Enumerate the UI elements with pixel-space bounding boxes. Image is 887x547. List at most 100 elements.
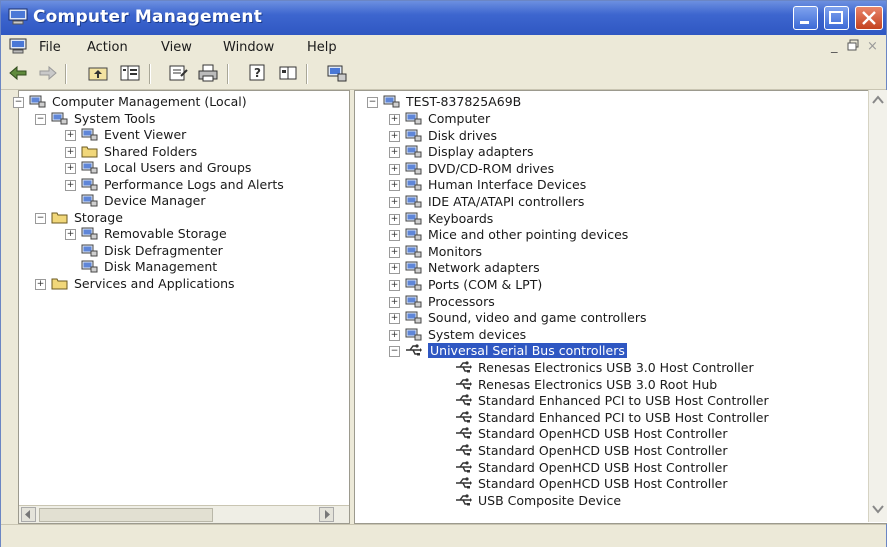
console-tree-button[interactable] <box>277 63 299 83</box>
tree-item-storage[interactable]: Storage <box>51 210 123 226</box>
expand-icon[interactable]: + <box>389 163 400 175</box>
device-list-vertical-scrollbar[interactable] <box>868 90 887 522</box>
menu-window[interactable]: Window <box>223 40 274 55</box>
up-level-button[interactable] <box>87 63 109 83</box>
device-category-mice-and-other-pointing-devices[interactable]: Mice and other pointing devices <box>405 227 628 243</box>
device-category-network-adapters[interactable]: Network adapters <box>405 260 540 276</box>
properties-button[interactable] <box>167 63 189 83</box>
usb-device-item[interactable]: Standard Enhanced PCI to USB Host Contro… <box>455 410 769 426</box>
device-category-dvd-cd-rom-drives[interactable]: DVD/CD-ROM drives <box>405 161 554 177</box>
device-manager-pane[interactable]: − TEST-837825A69B + Computer + Disk drives + Di… <box>354 90 887 524</box>
tree-item-device-manager[interactable]: Device Manager <box>81 193 206 209</box>
usb-device-icon <box>456 460 472 473</box>
scroll-up-icon[interactable] <box>871 93 885 107</box>
device-category-monitors[interactable]: Monitors <box>405 244 482 260</box>
scroll-left-icon[interactable] <box>21 507 36 522</box>
tree-item-shared-folders[interactable]: Shared Folders <box>81 144 197 160</box>
collapse-icon[interactable]: − <box>389 346 400 358</box>
expand-icon[interactable]: + <box>65 179 76 191</box>
device-tree-root[interactable]: TEST-837825A69B <box>383 94 521 110</box>
usb-device-icon <box>456 444 472 456</box>
device-category-keyboards[interactable]: Keyboards <box>405 211 493 227</box>
tree-item-event-viewer[interactable]: Event Viewer <box>81 127 186 143</box>
expand-icon[interactable]: + <box>389 313 400 325</box>
expand-icon[interactable]: + <box>389 246 400 258</box>
menu-view[interactable]: View <box>161 40 192 55</box>
tree-item-local-users-and-groups[interactable]: Local Users and Groups <box>81 160 251 176</box>
device-category-universal-serial-bus-controllers[interactable]: Universal Serial Bus controllers <box>405 343 627 359</box>
tree-item-label: Device Manager <box>104 193 206 208</box>
expand-icon[interactable]: + <box>389 280 400 291</box>
scroll-thumb[interactable] <box>39 508 213 522</box>
expand-icon[interactable]: + <box>389 130 400 142</box>
device-category-sound-video-and-game-controllers[interactable]: Sound, video and game controllers <box>405 310 647 326</box>
expand-icon[interactable]: + <box>35 278 46 290</box>
usb-device-item[interactable]: Standard Enhanced PCI to USB Host Contro… <box>455 393 769 409</box>
tree-item-label: Local Users and Groups <box>104 160 252 175</box>
scroll-down-icon[interactable] <box>871 502 885 516</box>
tree-item-label: Standard OpenHCD USB Host Controller <box>478 459 728 475</box>
expand-icon[interactable]: + <box>389 197 400 208</box>
tree-item-computer-management-local[interactable]: Computer Management (Local) <box>29 94 247 110</box>
console-tree-horizontal-scrollbar[interactable] <box>19 505 349 523</box>
device-category-disk-drives[interactable]: Disk drives <box>405 128 497 144</box>
scroll-right-icon[interactable] <box>319 507 334 522</box>
device-category-human-interface-devices[interactable]: Human Interface Devices <box>405 177 586 193</box>
device-category-computer[interactable]: Computer <box>405 111 490 127</box>
title-bar[interactable]: Computer Management <box>1 1 886 35</box>
close-button[interactable] <box>855 6 883 30</box>
show-hide-tree-button[interactable] <box>119 63 141 83</box>
device-category-ide-ata-atapi-controllers[interactable]: IDE ATA/ATAPI controllers <box>405 194 584 210</box>
back-button[interactable] <box>7 63 29 83</box>
menu-help[interactable]: Help <box>307 40 337 55</box>
expand-icon[interactable]: + <box>65 163 76 174</box>
tree-item-performance-logs-and-alerts[interactable]: Performance Logs and Alerts <box>81 177 284 193</box>
device-category-processors[interactable]: Processors <box>405 294 495 310</box>
menu-file[interactable]: File <box>39 40 61 55</box>
device-category-system-devices[interactable]: System devices <box>405 327 526 343</box>
child-close-button[interactable]: × <box>867 39 878 54</box>
expand-icon[interactable]: + <box>389 296 400 308</box>
usb-device-item[interactable]: USB Composite Device <box>455 493 621 509</box>
expand-icon[interactable]: + <box>65 130 76 141</box>
tree-item-disk-management[interactable]: Disk Management <box>81 259 217 275</box>
tree-item-system-tools[interactable]: System Tools <box>51 111 155 127</box>
mmc-system-menu-icon[interactable] <box>9 38 27 54</box>
collapse-icon[interactable]: − <box>13 97 24 108</box>
usb-device-item[interactable]: Standard OpenHCD USB Host Controller <box>455 443 728 459</box>
child-minimize-button[interactable]: _ <box>831 39 838 54</box>
console-tree-pane[interactable]: − Computer Management (Local) − System Tool… <box>13 90 350 524</box>
expand-icon[interactable]: + <box>389 329 400 341</box>
collapse-icon[interactable]: − <box>35 113 46 125</box>
tree-item-services-and-applications[interactable]: Services and Applications <box>51 276 235 292</box>
print-button[interactable] <box>197 63 219 83</box>
child-restore-button[interactable] <box>847 39 859 55</box>
tree-item-disk-defragmenter[interactable]: Disk Defragmenter <box>81 243 223 259</box>
usb-device-item[interactable]: Standard OpenHCD USB Host Controller <box>455 460 728 476</box>
maximize-button[interactable] <box>824 6 849 30</box>
device-category-ports-com-lpt[interactable]: Ports (COM & LPT) <box>405 277 542 293</box>
expand-icon[interactable]: + <box>389 180 400 192</box>
expand-icon[interactable]: + <box>389 147 400 159</box>
collapse-icon[interactable]: − <box>35 212 46 224</box>
expand-icon[interactable]: + <box>389 230 400 242</box>
device-category-display-adapters[interactable]: Display adapters <box>405 144 533 160</box>
usb-device-item[interactable]: Renesas Electronics USB 3.0 Root Hub <box>455 377 717 393</box>
minimize-button[interactable] <box>793 6 818 30</box>
usb-device-item[interactable]: Standard OpenHCD USB Host Controller <box>455 426 728 442</box>
usb-device-item[interactable]: Standard OpenHCD USB Host Controller <box>455 476 728 492</box>
expand-icon[interactable]: + <box>65 229 76 240</box>
tree-item-removable-storage[interactable]: Removable Storage <box>81 226 227 242</box>
expand-icon[interactable]: + <box>389 114 400 125</box>
device-manager-toolbar-button[interactable] <box>326 63 348 83</box>
collapse-icon[interactable]: − <box>367 97 378 108</box>
device-category-icon <box>405 245 422 258</box>
maximize-icon <box>829 11 843 24</box>
forward-button[interactable] <box>37 63 59 83</box>
expand-icon[interactable]: + <box>389 263 400 275</box>
expand-icon[interactable]: + <box>65 146 76 158</box>
usb-device-item[interactable]: Renesas Electronics USB 3.0 Host Control… <box>455 360 754 376</box>
menu-action[interactable]: Action <box>87 40 128 55</box>
expand-icon[interactable]: + <box>389 213 400 225</box>
help-button[interactable]: ? <box>247 63 269 83</box>
